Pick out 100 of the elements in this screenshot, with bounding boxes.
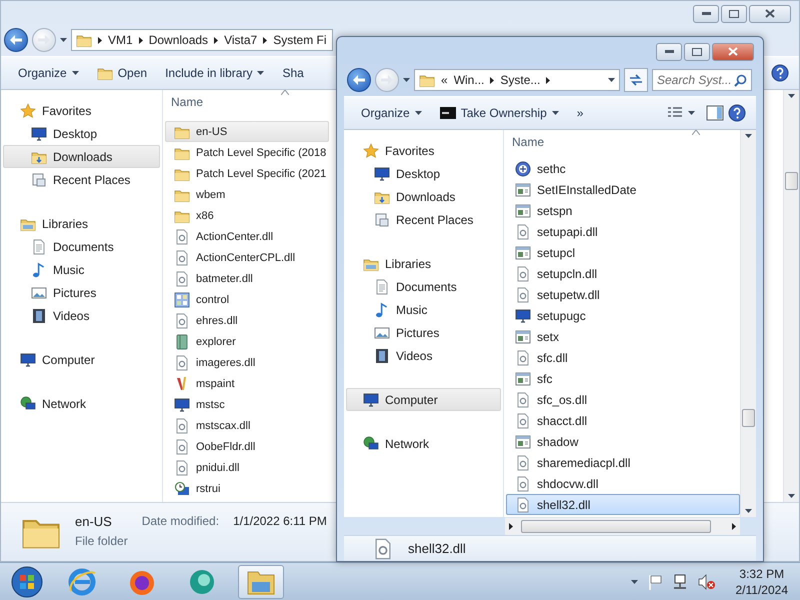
file-row[interactable]: Patch Level Specific (2021 (165, 163, 329, 184)
horizontal-scrollbar[interactable] (505, 517, 740, 535)
file-row[interactable]: OobeFldr.dll (165, 436, 329, 457)
file-row[interactable]: ActionCenterCPL.dll (165, 247, 329, 268)
column-header[interactable]: Name (171, 95, 204, 109)
nav-item[interactable]: Network (3, 392, 160, 415)
help-icon[interactable] (728, 104, 746, 122)
file-row[interactable]: sharemediacpl.dll (506, 452, 740, 473)
file-row[interactable]: setupetw.dll (506, 284, 740, 305)
file-row[interactable]: setupapi.dll (506, 221, 740, 242)
minimize-button[interactable] (693, 4, 719, 22)
breadcrumb[interactable]: Vista7 (224, 33, 258, 47)
nav-item[interactable]: Computer (346, 388, 501, 411)
network-icon[interactable] (672, 574, 688, 590)
address-overflow[interactable]: « (441, 73, 448, 87)
nav-item[interactable]: Recent Places (346, 208, 501, 231)
maximize-button[interactable] (721, 4, 747, 22)
toolbar-menu-button[interactable]: Organize (354, 101, 429, 125)
nav-item[interactable]: Desktop (346, 162, 501, 185)
nav-item[interactable]: Recent Places (3, 168, 160, 191)
nav-item[interactable]: Libraries (3, 212, 160, 235)
scroll-thumb[interactable] (742, 408, 755, 427)
clock[interactable]: 3:32 PM 2/11/2024 (736, 567, 792, 597)
nav-item[interactable]: Videos (346, 344, 501, 367)
file-row[interactable]: ActionCenter.dll (165, 226, 329, 247)
file-row[interactable]: rstrui (165, 478, 329, 499)
breadcrumb[interactable]: Downloads (148, 33, 208, 47)
nav-item[interactable]: Libraries (346, 252, 501, 275)
breadcrumb[interactable]: VM1 (108, 33, 133, 47)
more-button[interactable]: » (570, 101, 590, 125)
file-row[interactable]: shell32.dll (506, 494, 740, 515)
flag-icon[interactable] (648, 574, 662, 590)
close-button[interactable] (712, 42, 754, 60)
file-row[interactable]: setx (506, 326, 740, 347)
nav-item[interactable]: Downloads (3, 145, 160, 168)
file-row[interactable]: explorer (165, 331, 329, 352)
nav-item[interactable]: Pictures (3, 281, 160, 304)
file-row[interactable]: mspaint (165, 373, 329, 394)
file-row[interactable]: en-US (165, 121, 329, 142)
muted-speaker-icon[interactable] (698, 574, 716, 590)
file-row[interactable]: batmeter.dll (165, 268, 329, 289)
preview-pane-icon[interactable] (706, 105, 724, 121)
file-row[interactable]: sfc (506, 368, 740, 389)
search-field[interactable]: Search Syst... (652, 69, 752, 91)
column-header[interactable]: Name (512, 135, 544, 149)
nav-item[interactable]: Favorites (346, 139, 501, 162)
nav-item[interactable]: Videos (3, 304, 160, 327)
file-row[interactable]: mstsc (165, 394, 329, 415)
help-icon[interactable] (771, 64, 789, 82)
breadcrumb[interactable]: System Fi (273, 33, 327, 47)
nav-item[interactable]: Music (346, 298, 501, 321)
file-row[interactable]: sfc_os.dll (506, 389, 740, 410)
address-bar[interactable]: « Win... Syste... (414, 69, 620, 91)
minimize-button[interactable] (656, 42, 682, 60)
nav-item[interactable]: Network (346, 432, 501, 455)
file-row[interactable]: shdocvw.dll (506, 473, 740, 494)
vertical-scrollbar[interactable] (740, 130, 756, 517)
file-row[interactable]: ehres.dll (165, 310, 329, 331)
command-button[interactable]: Take Ownership (432, 101, 566, 125)
refresh-button[interactable] (624, 68, 648, 92)
taskbar-app-button[interactable] (238, 565, 284, 599)
address-bar[interactable]: VM1 Downloads Vista7 System Fi (71, 29, 333, 51)
nav-item[interactable]: Music (3, 258, 160, 281)
back-button[interactable] (4, 28, 28, 52)
nav-item[interactable]: Desktop (3, 122, 160, 145)
back-button[interactable] (347, 68, 371, 92)
nav-item[interactable]: Documents (346, 275, 501, 298)
file-row[interactable]: pnidui.dll (165, 457, 329, 478)
nav-item[interactable]: Documents (3, 235, 160, 258)
file-row[interactable]: imageres.dll (165, 352, 329, 373)
breadcrumb[interactable]: Win... (454, 73, 484, 87)
file-row[interactable]: setupugc (506, 305, 740, 326)
breadcrumb[interactable]: Syste... (500, 73, 540, 87)
nav-item[interactable]: Downloads (346, 185, 501, 208)
vertical-scrollbar[interactable] (783, 90, 799, 502)
file-row[interactable]: SetIEInstalledDate (506, 179, 740, 200)
file-row[interactable]: mstscax.dll (165, 415, 329, 436)
file-row[interactable]: wbem (165, 184, 329, 205)
file-row[interactable]: setspn (506, 200, 740, 221)
toolbar-menu-button[interactable]: Organize (11, 61, 86, 85)
file-row[interactable]: sethc (506, 158, 740, 179)
nav-item[interactable]: Computer (3, 348, 160, 371)
nav-item[interactable]: Favorites (3, 99, 160, 122)
file-row[interactable]: shacct.dll (506, 410, 740, 431)
scroll-thumb[interactable] (521, 520, 711, 533)
file-row[interactable]: shadow (506, 431, 740, 452)
file-row[interactable]: x86 (165, 205, 329, 226)
nav-item[interactable]: Pictures (346, 321, 501, 344)
file-row[interactable]: sfc.dll (506, 347, 740, 368)
file-row[interactable]: setupcln.dll (506, 263, 740, 284)
window-icon (515, 328, 531, 344)
open-button[interactable]: Open (90, 61, 154, 85)
close-button[interactable] (749, 4, 791, 22)
file-row[interactable]: setupcl (506, 242, 740, 263)
scroll-thumb[interactable] (785, 172, 798, 190)
maximize-button[interactable] (684, 42, 710, 60)
file-row[interactable]: Patch Level Specific (2018 (165, 142, 329, 163)
toolbar-menu-button[interactable]: Include in library (158, 61, 272, 85)
file-row[interactable]: control (165, 289, 329, 310)
toolbar-button[interactable]: Sha (275, 61, 311, 85)
